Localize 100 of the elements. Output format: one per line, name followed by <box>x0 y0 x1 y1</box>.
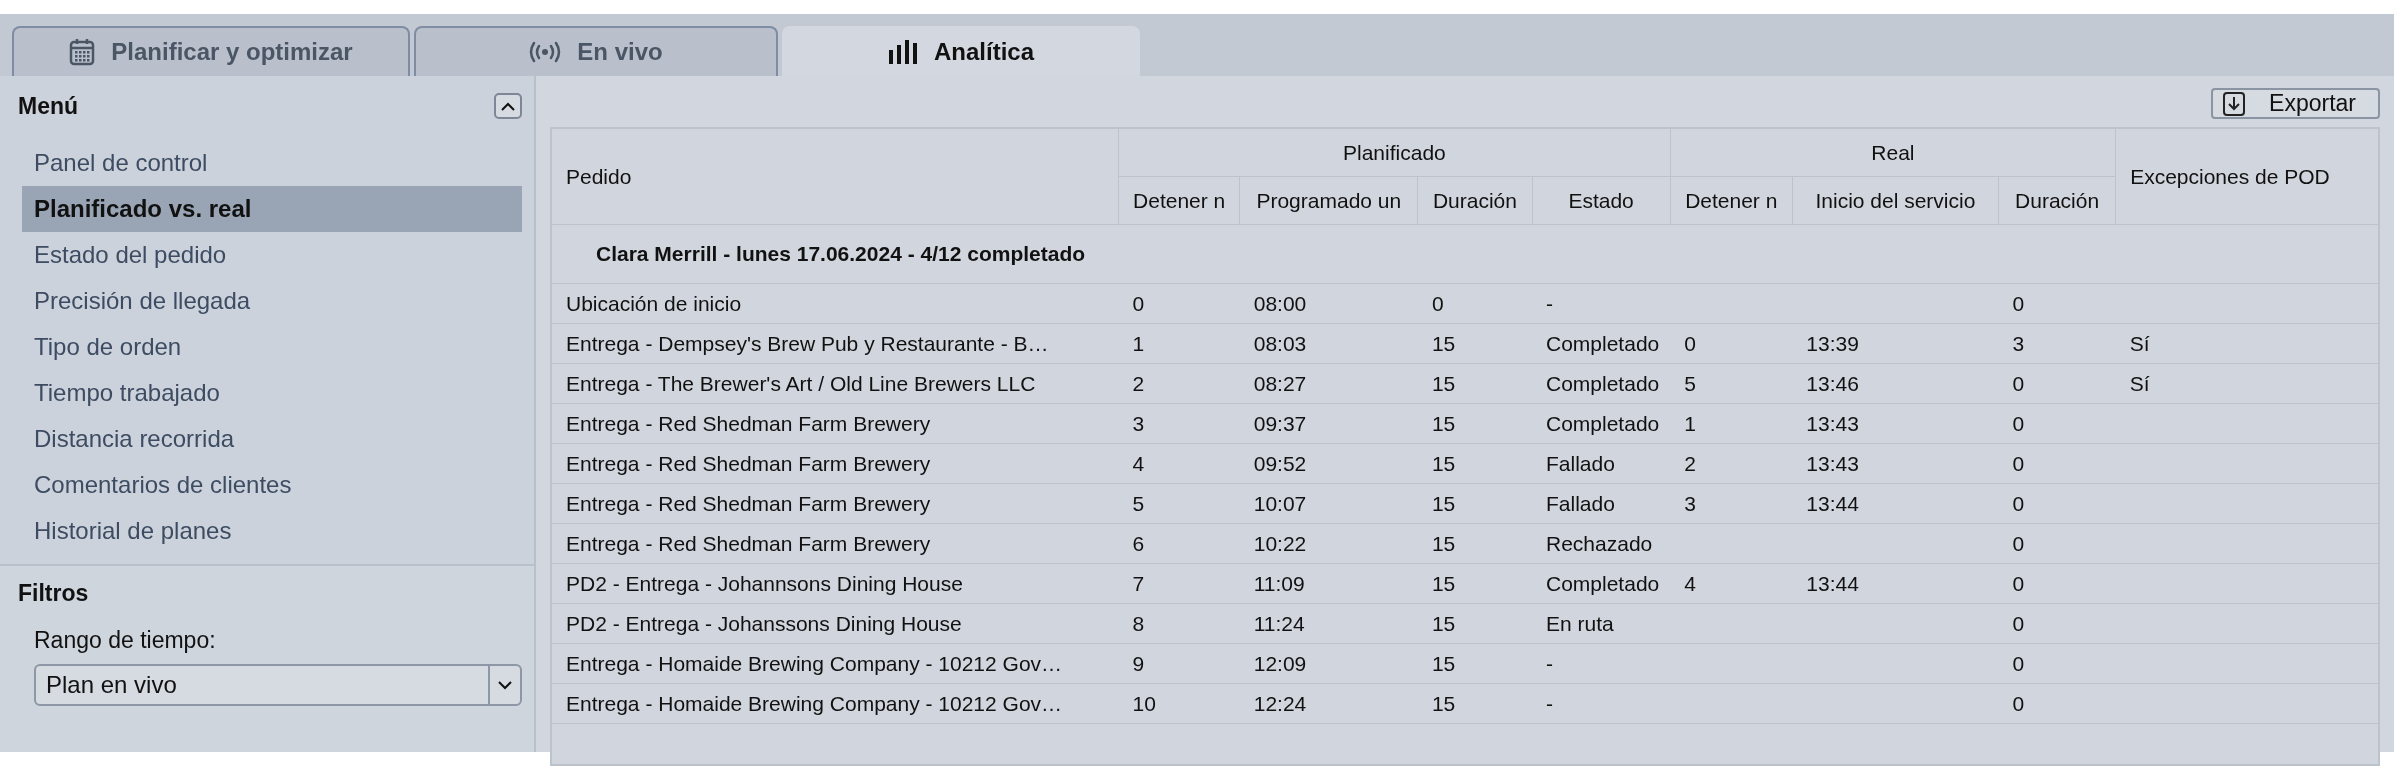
table-cell: 15 <box>1431 691 1456 715</box>
table-cell: 0 <box>2012 411 2025 435</box>
table-cell: 5 <box>1132 491 1145 515</box>
filters-heading: Filtros <box>18 580 89 606</box>
table-cell: Completado <box>1546 571 1660 595</box>
table-cell: 5 <box>1684 371 1696 395</box>
table-cell: PD2 - Entrega - Johanssons Dining House <box>566 611 962 635</box>
table-cell: 0 <box>1684 331 1696 355</box>
column-header: Detener n <box>1118 176 1240 225</box>
table-cell: 13:39 <box>1806 331 1859 355</box>
table-cell: 4 <box>1132 451 1145 475</box>
table-cell: 13:44 <box>1806 571 1859 595</box>
table-cell: 09:37 <box>1253 411 1307 435</box>
table-cell: 3 <box>1684 491 1696 515</box>
table-cell: 0 <box>2012 571 2025 595</box>
table-cell: - <box>1546 691 1553 715</box>
table-cell: 8 <box>1132 611 1145 635</box>
table-cell: Fallado <box>1546 451 1615 475</box>
table-cell: 9 <box>1132 651 1145 675</box>
column-header: Duración <box>1417 176 1532 225</box>
table-cell: 10:22 <box>1253 531 1307 555</box>
bar-chart-icon <box>888 40 918 64</box>
tab[interactable]: En vivo <box>414 26 778 76</box>
table-cell: Entrega - Red Shedman Farm Brewery <box>566 451 931 475</box>
table-cell: - <box>1546 651 1553 675</box>
table-cell: Ubicación de inicio <box>566 291 742 315</box>
menu-item[interactable]: Tiempo trabajado <box>22 370 522 416</box>
column-header: Pedido <box>551 128 1119 225</box>
menu-item[interactable]: Planificado vs. real <box>22 186 522 232</box>
table-cell: 15 <box>1431 331 1456 355</box>
table-cell: 12:24 <box>1253 691 1307 715</box>
table-cell: 13:46 <box>1806 371 1859 395</box>
table-cell: Sí <box>2129 331 2150 355</box>
table-cell: 3 <box>2012 331 2025 355</box>
column-header: Detener n <box>1670 176 1793 225</box>
table-cell: 1 <box>1132 331 1145 355</box>
table-cell: 15 <box>1431 611 1456 635</box>
table-cell: Entrega - Homaide Brewing Company - 10212 Gov… <box>566 691 1063 715</box>
tab[interactable]: Analítica <box>782 26 1140 76</box>
broadcast-icon <box>529 41 562 63</box>
menu-heading: Menú <box>18 92 79 120</box>
table-cell: 15 <box>1431 531 1456 555</box>
menu-item[interactable]: Estado del pedido <box>22 232 522 278</box>
table-cell: 12:09 <box>1253 651 1307 675</box>
table-cell: 11:09 <box>1253 571 1305 595</box>
table-cell: 15 <box>1431 571 1456 595</box>
table-cell: 15 <box>1431 411 1456 435</box>
table-cell: 0 <box>1431 291 1444 315</box>
table-cell: 2 <box>1132 371 1145 395</box>
table-cell: 7 <box>1132 571 1145 595</box>
collapse-button[interactable] <box>494 93 522 119</box>
tab[interactable]: Planificar y optimizar <box>12 26 410 76</box>
table-cell: 0 <box>1132 291 1145 315</box>
table-cell: 0 <box>2012 691 2025 715</box>
table-cell: 0 <box>2012 291 2025 315</box>
menu-item[interactable]: Tipo de orden <box>22 324 522 370</box>
table-cell: 15 <box>1431 491 1456 515</box>
table-cell: 3 <box>1132 411 1145 435</box>
table-cell: Entrega - Red Shedman Farm Brewery <box>566 531 931 555</box>
chevron-up-icon <box>501 101 515 111</box>
menu-item[interactable]: Distancia recorrida <box>22 416 522 462</box>
table-cell: 13:43 <box>1806 451 1859 475</box>
menu-item[interactable]: Precisión de llegada <box>22 278 522 324</box>
table-cell: Fallado <box>1546 491 1615 515</box>
table-cell: 0 <box>2012 491 2025 515</box>
table-cell: Rechazado <box>1546 531 1653 555</box>
table-cell: 10 <box>1132 691 1156 715</box>
column-header: Estado <box>1532 176 1671 225</box>
time-range-dropdown[interactable]: Plan en vivo <box>34 664 522 706</box>
column-group-header: Real <box>1670 128 2116 177</box>
table-cell: - <box>1546 291 1553 315</box>
table-cell: 15 <box>1431 651 1456 675</box>
table-cell: En ruta <box>1546 611 1614 635</box>
download-icon <box>2223 91 2246 116</box>
table-cell: 08:27 <box>1253 371 1307 395</box>
table-cell: 0 <box>2012 371 2025 395</box>
export-button[interactable]: Exportar <box>2211 88 2380 119</box>
table-cell: Entrega - Homaide Brewing Company - 10212 Gov… <box>566 651 1063 675</box>
table-cell: 0 <box>2012 611 2025 635</box>
table-cell: 13:43 <box>1806 411 1859 435</box>
table-cell: Completado <box>1546 331 1660 355</box>
table-cell: 0 <box>2012 451 2025 475</box>
group-title: Clara Merrill - lunes 17.06.2024 - 4/12 completado <box>551 224 2379 284</box>
menu-item[interactable]: Historial de planes <box>22 508 522 554</box>
table-cell: 1 <box>1684 411 1696 435</box>
table-cell: 6 <box>1132 531 1145 555</box>
menu-item[interactable]: Panel de control <box>22 140 522 186</box>
table-cell: 08:03 <box>1253 331 1307 355</box>
table-cell: Entrega - Red Shedman Farm Brewery <box>566 491 931 515</box>
table-cell: 0 <box>2012 651 2025 675</box>
table-cell: 4 <box>1684 571 1696 595</box>
table-cell: 15 <box>1431 371 1456 395</box>
table-cell: Entrega - Dempsey's Brew Pub y Restaurante - B… <box>566 331 1049 355</box>
column-group-header: Planificado <box>1118 128 1671 177</box>
column-header: Inicio del servicio <box>1792 176 1999 225</box>
table-cell: 09:52 <box>1253 451 1307 475</box>
table-cell: 08:00 <box>1253 291 1307 315</box>
menu-item[interactable]: Comentarios de clientes <box>22 462 522 508</box>
table-cell: 0 <box>2012 531 2025 555</box>
table-cell: PD2 - Entrega - Johannsons Dining House <box>566 571 963 595</box>
